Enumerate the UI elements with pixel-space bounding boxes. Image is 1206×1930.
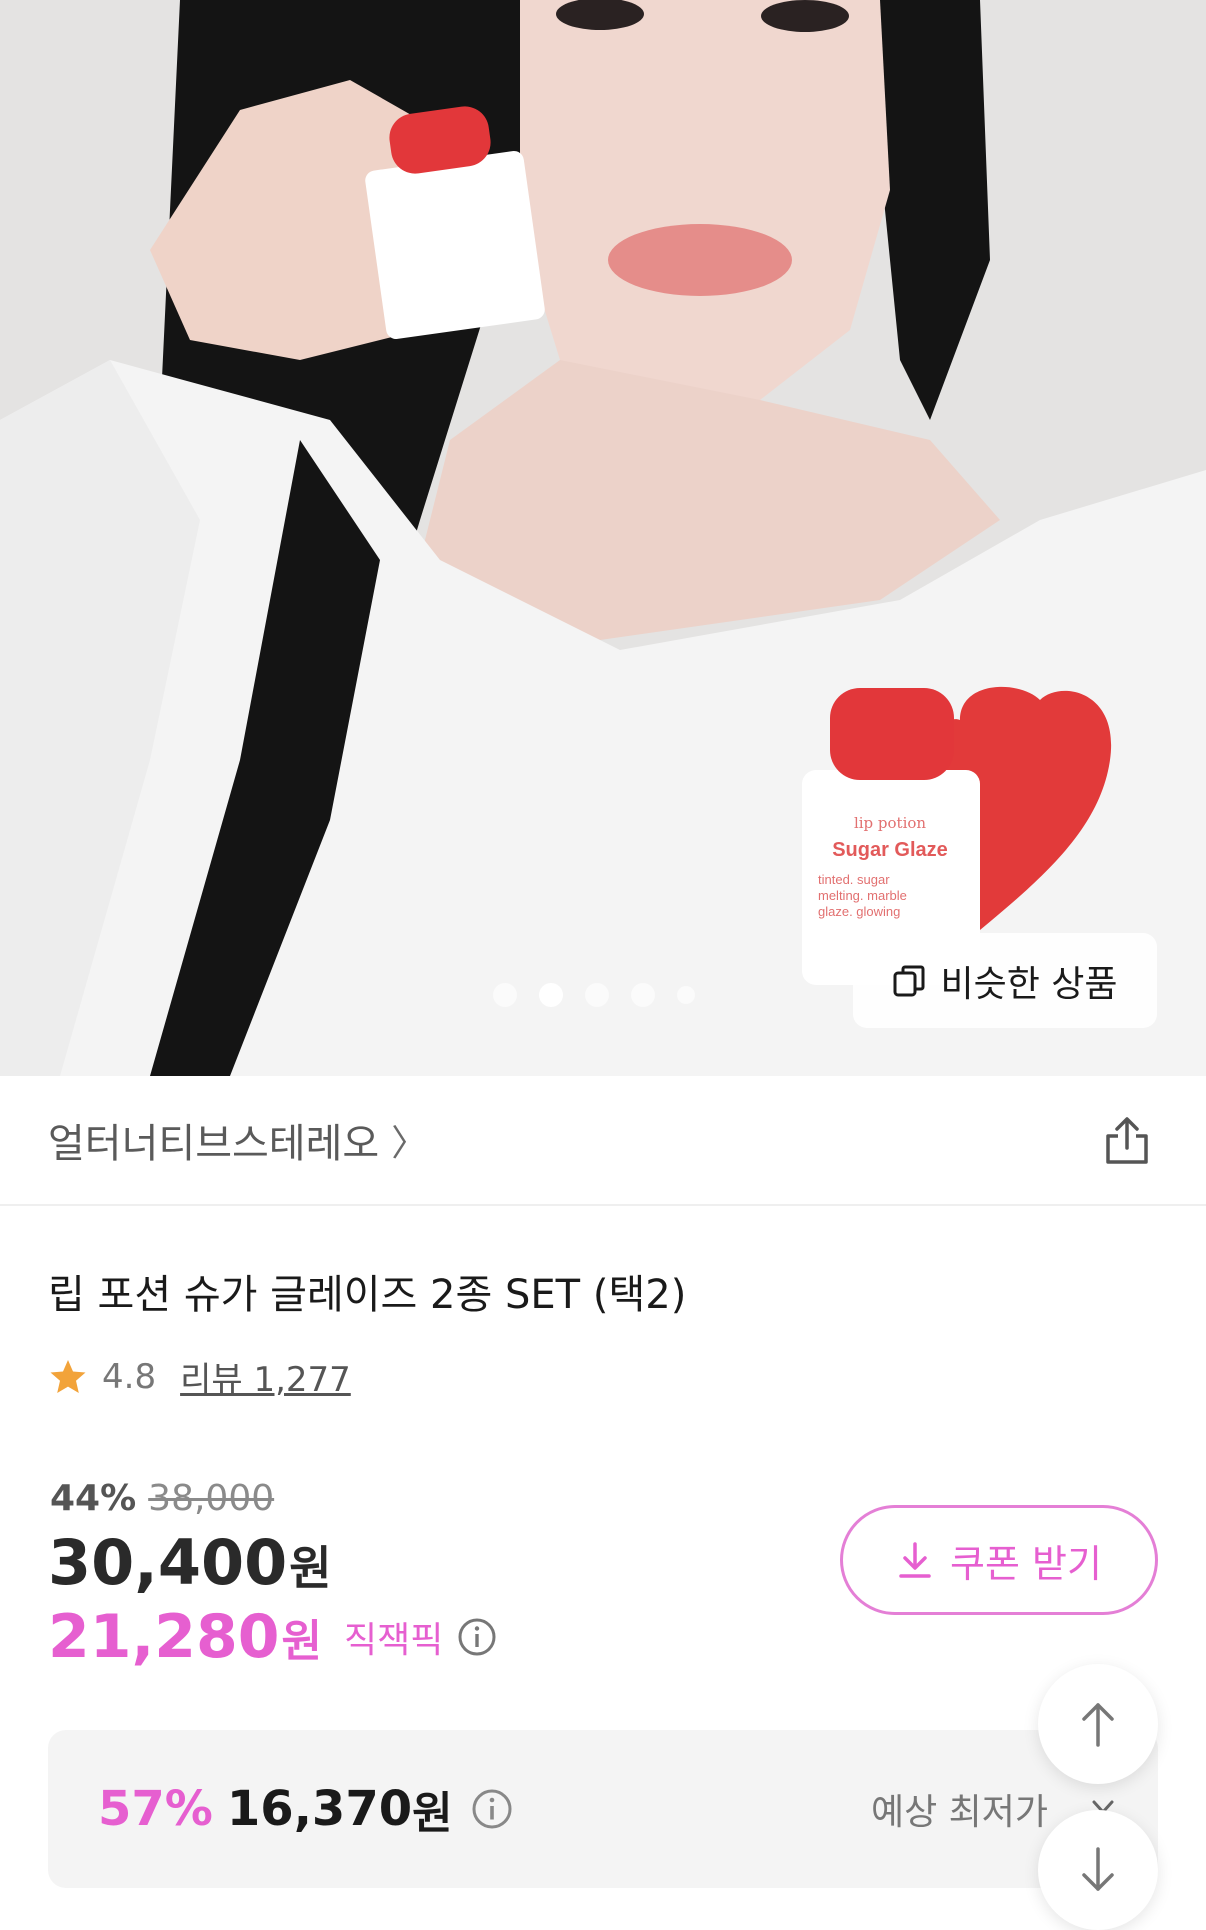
svg-text:melting. marble: melting. marble (818, 888, 907, 903)
review-count-link[interactable]: 리뷰 1,277 (180, 1352, 351, 1401)
svg-text:Sugar Glaze: Sugar Glaze (832, 839, 948, 861)
carousel-dot[interactable] (631, 983, 655, 1007)
arrow-up-icon (1082, 1703, 1114, 1747)
copy-icon (893, 965, 925, 996)
discount-row: 44% 38,000 (50, 1478, 274, 1519)
carousel-dot[interactable] (585, 983, 609, 1007)
similar-products-label: 비슷한 상품 (940, 963, 1118, 1005)
sale-price-unit: 원 (289, 1541, 332, 1595)
product-title: 립 포션 슈가 글레이즈 2종 SET (택2) (48, 1272, 687, 1318)
lowest-discount-percent: 57% (98, 1781, 213, 1837)
chevron-right-icon: 〉 (391, 1123, 428, 1164)
pick-price-value: 21,280 (48, 1602, 280, 1672)
carousel-indicator (493, 983, 695, 1007)
carousel-dot[interactable] (677, 986, 695, 1004)
svg-text:tinted. sugar: tinted. sugar (818, 872, 890, 887)
pick-price-unit: 원 (281, 1616, 323, 1667)
scroll-top-button[interactable] (1038, 1664, 1158, 1784)
info-icon[interactable] (471, 1788, 513, 1830)
rating-value: 4.8 (102, 1356, 157, 1397)
share-icon[interactable] (1100, 1114, 1154, 1168)
download-icon (899, 1542, 931, 1578)
svg-text:glaze. glowing: glaze. glowing (818, 904, 900, 919)
pick-price-row: 21,280 원 직잭픽 (48, 1602, 497, 1672)
coupon-button-label: 쿠폰 받기 (950, 1541, 1102, 1586)
coupon-download-button[interactable]: 쿠폰 받기 (840, 1505, 1158, 1615)
brand-link[interactable]: 얼터너티브스테레오 〉 (48, 1111, 427, 1169)
arrow-down-icon (1082, 1847, 1114, 1891)
similar-products-button[interactable]: 비슷한 상품 (853, 933, 1157, 1028)
discount-percent: 44% (50, 1478, 137, 1519)
product-photo: lip potion Sugar Glaze tinted. sugar mel… (0, 0, 1206, 1076)
expected-lowest-price-box[interactable]: 57% 16,370 원 예상 최저가 (48, 1730, 1158, 1888)
star-icon (50, 1359, 86, 1393)
carousel-dot[interactable] (493, 983, 517, 1007)
lowest-price-value: 16,370 (226, 1781, 413, 1837)
expected-lowest-label: 예상 최저가 (870, 1792, 1048, 1833)
sale-price: 30,400 원 (48, 1526, 332, 1599)
svg-text:lip potion: lip potion (854, 814, 926, 832)
sale-price-value: 30,400 (48, 1526, 288, 1599)
rating-row: 4.8 리뷰 1,277 (48, 1352, 351, 1401)
carousel-dot-active[interactable] (539, 983, 563, 1007)
brand-name: 얼터너티브스테레오 (48, 1121, 380, 1167)
info-icon[interactable] (457, 1617, 497, 1657)
original-price: 38,000 (148, 1478, 275, 1519)
lowest-price-unit: 원 (412, 1788, 453, 1839)
brand-row: 얼터너티브스테레오 〉 (0, 1076, 1206, 1206)
product-image-carousel[interactable]: lip potion Sugar Glaze tinted. sugar mel… (0, 0, 1206, 1076)
scroll-bottom-button[interactable] (1038, 1810, 1158, 1930)
pick-label: 직잭픽 (344, 1620, 444, 1661)
